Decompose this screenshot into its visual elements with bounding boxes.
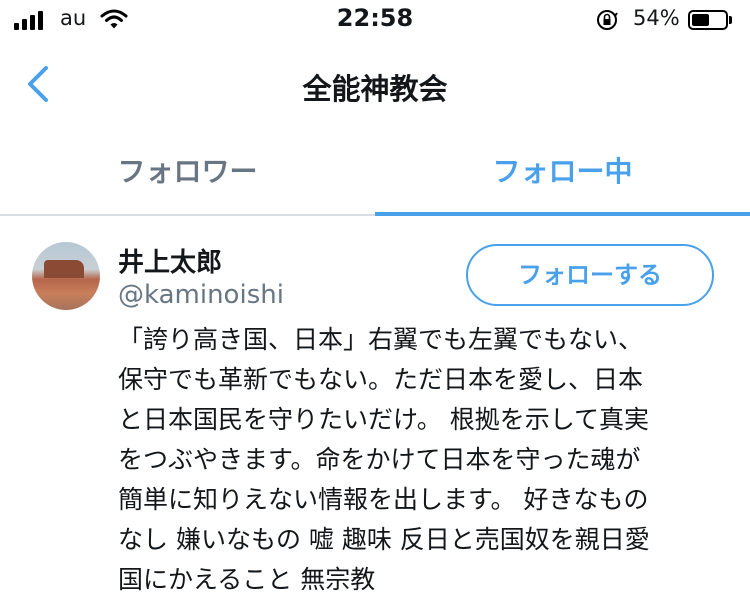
follow-button[interactable]: フォローする: [466, 244, 714, 306]
battery-tip: [729, 16, 732, 24]
tab-following[interactable]: フォロー中: [375, 132, 750, 214]
user-display-name: 井上太郎: [118, 248, 223, 278]
tab-bar: フォロワー フォロー中: [0, 132, 750, 216]
status-bar: au 22:58 54%: [0, 0, 750, 40]
user-handle: @kaminoishi: [118, 280, 284, 310]
avatar[interactable]: [32, 242, 100, 310]
orientation-lock-icon: [597, 10, 618, 30]
battery-percent: 54%: [633, 6, 680, 30]
page-title: 全能神教会: [302, 72, 448, 106]
user-bio: 「誇り高き国、日本」右翼でも左翼でもない、 保守でも革新でもない。ただ日本を愛し…: [118, 325, 650, 594]
battery-icon: [688, 10, 728, 30]
tab-followers[interactable]: フォロワー: [0, 132, 375, 214]
user-list-item[interactable]: 井上太郎 @kaminoishi フォローする 「誇り高き国、日本」右翼でも左翼…: [0, 216, 750, 616]
nav-bar: 全能神教会: [0, 44, 750, 124]
